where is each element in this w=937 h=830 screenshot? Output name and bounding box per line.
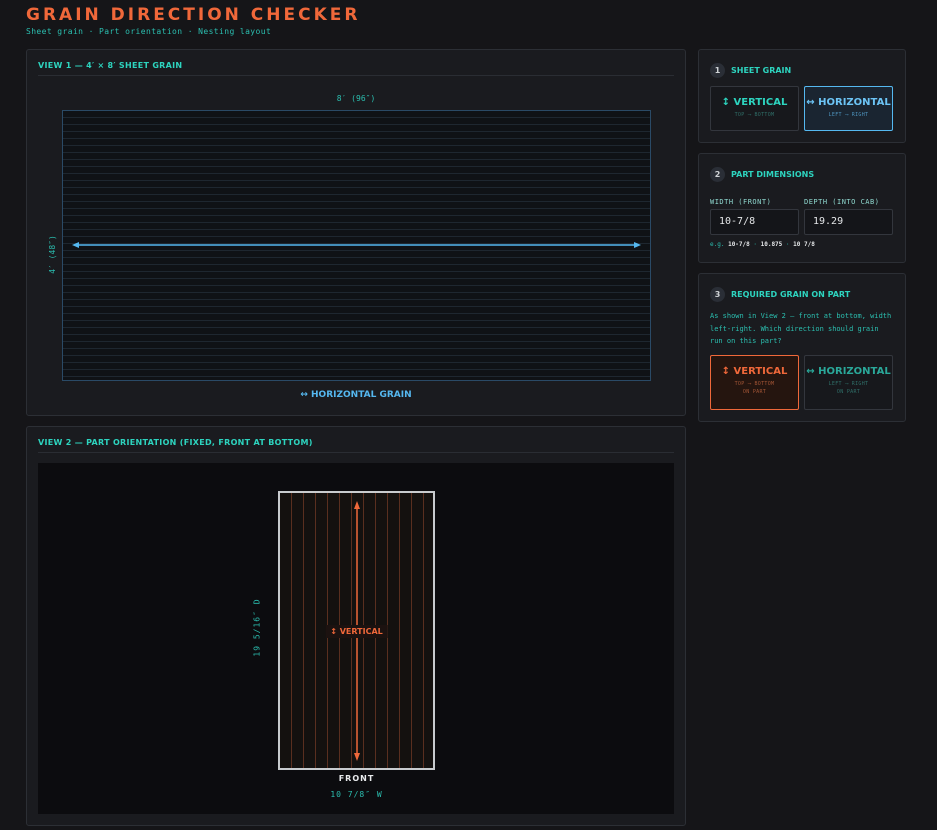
option-label: ↕ VERTICAL: [721, 97, 788, 108]
sheet-diagram: [62, 110, 651, 381]
option-label: ↔ HORIZONTAL: [806, 97, 891, 108]
example-fraction: 10-7/8: [728, 241, 750, 248]
step1-header: 1 SHEET GRAIN: [710, 63, 791, 78]
part-grain-badge: ↕ VERTICAL: [325, 625, 388, 638]
part-stage: 19 5/16″ D ↕ VERTICAL FRONT 10 7/8″ W: [38, 463, 674, 814]
format-example: e.g. 10-7/8 · 10.875 · 10 7/8: [710, 241, 815, 248]
sheet-grain-view: VIEW 1 — 4′ × 8′ SHEET GRAIN 8′ (96″) 4′…: [26, 49, 686, 416]
width-input[interactable]: 10-7/8: [710, 209, 799, 235]
view1-title: VIEW 1 — 4′ × 8′ SHEET GRAIN: [38, 61, 674, 76]
option-sublabel-2: ON PART: [742, 389, 767, 395]
sheet-grain-vertical-option[interactable]: ↕ VERTICAL TOP ⟶ BOTTOM: [710, 86, 799, 131]
step2-title: PART DIMENSIONS: [731, 170, 815, 179]
sheet-height-dimension: 4′ (48″): [47, 235, 57, 274]
example-prefix: e.g.: [710, 241, 725, 248]
step1-title: SHEET GRAIN: [731, 66, 792, 75]
option-sublabel: LEFT ⟶ RIGHT: [828, 112, 869, 118]
app-title: GRAIN DIRECTION CHECKER: [26, 5, 361, 25]
part-orientation-view: VIEW 2 — PART ORIENTATION (FIXED, FRONT …: [26, 426, 686, 826]
sheet-grain-step: 1 SHEET GRAIN ↕ VERTICAL TOP ⟶ BOTTOM ↔ …: [698, 49, 906, 143]
front-label: FRONT: [338, 774, 375, 783]
option-label: ↕ VERTICAL: [721, 366, 788, 377]
step1-number: 1: [710, 63, 725, 78]
step3-number: 3: [710, 287, 725, 302]
part-diagram: ↕ VERTICAL: [278, 491, 435, 770]
example-spaced: 10 7/8: [793, 241, 815, 248]
part-grain-horizontal-option[interactable]: ↔ HORIZONTAL LEFT ⟶ RIGHT ON PART: [804, 355, 893, 410]
step3-description: As shown in View 2 — front at bottom, wi…: [710, 312, 892, 345]
option-sublabel: LEFT ⟶ RIGHT: [828, 381, 869, 387]
horizontal-grain-arrow: [72, 242, 641, 248]
app-subtitle: Sheet grain · Part orientation · Nesting…: [26, 27, 272, 36]
sheet-width-dimension: 8′ (96″): [336, 94, 376, 103]
depth-field-label: DEPTH (INTO CAB): [804, 198, 880, 206]
part-depth-dimension: 19 5/16″ D: [252, 598, 262, 657]
required-grain-step: 3 REQUIRED GRAIN ON PART As shown in Vie…: [698, 273, 906, 422]
step2-number: 2: [710, 167, 725, 182]
option-sublabel: TOP ⟶ BOTTOM: [734, 112, 775, 118]
step3-title: REQUIRED GRAIN ON PART: [731, 290, 851, 299]
width-field-label: WIDTH (FRONT): [710, 198, 772, 206]
part-width-dimension: 10 7/8″ W: [330, 790, 383, 799]
depth-input[interactable]: 19.29: [804, 209, 893, 235]
part-dimensions-step: 2 PART DIMENSIONS WIDTH (FRONT) DEPTH (I…: [698, 153, 906, 263]
step3-header: 3 REQUIRED GRAIN ON PART: [710, 287, 850, 302]
option-sublabel-2: ON PART: [836, 389, 861, 395]
sheet-grain-horizontal-option[interactable]: ↔ HORIZONTAL LEFT ⟶ RIGHT: [804, 86, 893, 131]
view2-title: VIEW 2 — PART ORIENTATION (FIXED, FRONT …: [38, 438, 674, 453]
example-decimal: 10.875: [760, 241, 783, 248]
part-grain-vertical-option[interactable]: ↕ VERTICAL TOP ⟶ BOTTOM ON PART: [710, 355, 799, 410]
sheet-grain-label: ↔ HORIZONTAL GRAIN: [300, 390, 412, 400]
option-sublabel: TOP ⟶ BOTTOM: [734, 381, 775, 387]
option-label: ↔ HORIZONTAL: [806, 366, 891, 377]
step2-header: 2 PART DIMENSIONS: [710, 167, 814, 182]
